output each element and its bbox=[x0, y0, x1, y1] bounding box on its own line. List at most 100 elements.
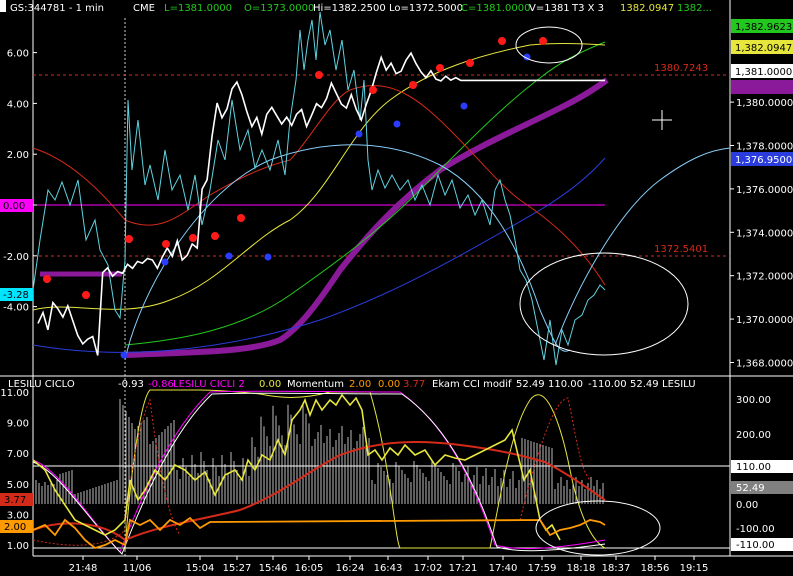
upper-line-label: 1380.7243 bbox=[654, 63, 708, 74]
right-tick-label: 1,376.0000 bbox=[736, 185, 793, 196]
left-tick-label: 6.00 bbox=[7, 49, 29, 60]
time-tick-label: 15:04 bbox=[186, 563, 215, 574]
time-tick-label: 17:21 bbox=[449, 563, 478, 574]
lower-ind-4-v2: 110.00 bbox=[548, 379, 583, 390]
tag-blue: 1,376.9500 bbox=[735, 155, 792, 166]
time-tick-label: 17:59 bbox=[528, 563, 557, 574]
header-exchange: CME bbox=[133, 3, 155, 14]
right-tick-label: 1,368.0000 bbox=[736, 358, 793, 369]
red-swing-dot bbox=[539, 37, 547, 45]
blue-swing-dot bbox=[120, 351, 128, 359]
time-tick-label: 17:02 bbox=[414, 563, 443, 574]
time-tick-label: 15:27 bbox=[223, 563, 252, 574]
red-swing-dot bbox=[498, 37, 506, 45]
header-open: O=1373.0000 bbox=[244, 3, 314, 14]
left-tick-label: 2.00 bbox=[7, 150, 29, 161]
time-tick-label: 16:43 bbox=[374, 563, 403, 574]
time-tick-label: 16:24 bbox=[336, 563, 365, 574]
right-tick-label: 1,374.0000 bbox=[736, 228, 793, 239]
time-tick-label: 18:18 bbox=[567, 563, 596, 574]
left-tick-label: -4.00 bbox=[3, 303, 29, 314]
right-tick-label: 1,370.0000 bbox=[736, 315, 793, 326]
red-swing-dot bbox=[82, 291, 90, 299]
lower-ind-4-v3: -110.00 bbox=[588, 379, 627, 390]
red-swing-dot bbox=[211, 232, 219, 240]
lower-right-tick-label: 200.00 bbox=[736, 430, 771, 441]
red-swing-dot bbox=[369, 86, 377, 94]
lower-ind-2: LESILU CICLI 2 bbox=[173, 379, 245, 390]
lower-left-tick-label: 11.00 bbox=[0, 388, 29, 399]
blue-swing-dot bbox=[393, 120, 401, 128]
blue-swing-dot bbox=[161, 258, 169, 266]
time-tick-label: 21:48 bbox=[69, 563, 98, 574]
time-tick-label: 18:37 bbox=[602, 563, 631, 574]
tag-cyan: -3.28 bbox=[3, 290, 29, 301]
header-high: Hi=1382.2500 bbox=[313, 3, 386, 14]
header-value-2: 1382... bbox=[677, 3, 712, 14]
header-volume: V=1381 bbox=[529, 3, 570, 14]
lower-ind-4-v1: 52.49 bbox=[516, 379, 545, 390]
red-swing-dot bbox=[189, 234, 197, 242]
red-swing-dot bbox=[466, 59, 474, 67]
lower-left-tick-label: 1.00 bbox=[7, 541, 29, 552]
lower-ind-2-value: 0.00 bbox=[259, 379, 281, 390]
tag-white: 1,381.0000 bbox=[735, 67, 792, 78]
left-tick-label: 4.00 bbox=[7, 99, 29, 110]
tag-hidden: 1,380.000 bbox=[735, 83, 786, 94]
right-tick-label: 1,380.0000 bbox=[736, 98, 793, 109]
left-tick-label: -2.00 bbox=[3, 252, 29, 263]
tag-red: 3.77 bbox=[4, 495, 26, 506]
tag-yellow: 1,382.0947 bbox=[735, 43, 792, 54]
time-tick-label: 19:15 bbox=[680, 563, 709, 574]
time-tick-label: 11/06 bbox=[123, 563, 152, 574]
right-tick-label: 1,372.0000 bbox=[736, 272, 793, 283]
tag-green: 1,382.9623 bbox=[735, 22, 792, 33]
header-close: C=1381.0000 bbox=[461, 3, 530, 14]
lower-left-tick-label: 5.00 bbox=[7, 480, 29, 491]
lower-left-tick-label: 7.00 bbox=[7, 449, 29, 460]
lower-ind-4-v4: 52.49 bbox=[630, 379, 659, 390]
tag-52: 52.49 bbox=[736, 483, 765, 494]
red-swing-dot bbox=[43, 275, 51, 283]
blue-swing-dot bbox=[264, 253, 272, 261]
lower-left-tick-label: 9.00 bbox=[7, 419, 29, 430]
tag-magenta: 0.00 bbox=[3, 201, 25, 212]
trading-chart[interactable]: GS:344781 - 1 min CME L=1381.0000 O=1373… bbox=[0, 0, 793, 576]
header-low: Lo=1372.5000 bbox=[389, 3, 463, 14]
lower-ind-2-value-neg: -0.86 bbox=[148, 379, 174, 390]
blue-swing-dot bbox=[355, 130, 363, 138]
lower-right-tick-label: 300.00 bbox=[736, 395, 771, 406]
right-tick-label: 1,378.0000 bbox=[736, 141, 793, 152]
red-swing-dot bbox=[436, 64, 444, 72]
red-swing-dot bbox=[162, 240, 170, 248]
header-last: L=1381.0000 bbox=[164, 3, 232, 14]
tag-neg110: -110.00 bbox=[736, 540, 775, 551]
time-tick-label: 15:46 bbox=[259, 563, 288, 574]
lower-ind-1-value: -0.93 bbox=[118, 379, 144, 390]
tag-neg100: -100.00 bbox=[736, 524, 775, 535]
lower-ind-3-v3: 3.77 bbox=[403, 379, 425, 390]
header-value-1: 1382.0947 bbox=[620, 3, 674, 14]
time-tick-label: 17:40 bbox=[489, 563, 518, 574]
red-swing-dot bbox=[409, 81, 417, 89]
lower-ind-4: Ekam CCI modif bbox=[432, 379, 512, 390]
red-swing-dot bbox=[125, 235, 133, 243]
time-tick-label: 18:56 bbox=[641, 563, 670, 574]
blue-swing-dot bbox=[460, 102, 468, 110]
lower-ind-5: LESILU bbox=[662, 379, 696, 390]
header-ticks: T3 X 3 bbox=[571, 3, 604, 14]
lower-left-tick-label: 3.00 bbox=[7, 510, 29, 521]
lower-ind-3-v2: 0.00 bbox=[378, 379, 400, 390]
lower-ind-3: Momentum bbox=[287, 379, 344, 390]
tag-orange: 2.00 bbox=[4, 522, 26, 533]
lower-right-tick-label: 0.00 bbox=[736, 500, 758, 511]
red-swing-dot bbox=[237, 214, 245, 222]
blue-swing-dot bbox=[225, 252, 233, 260]
lower-line-label: 1372.5401 bbox=[654, 244, 708, 255]
lower-ind-3-v1: 2.00 bbox=[349, 379, 371, 390]
header-marker bbox=[0, 0, 6, 12]
tag-110: 110.00 bbox=[736, 462, 771, 473]
header-symbol: GS:344781 - 1 min bbox=[10, 3, 104, 14]
red-swing-dot bbox=[315, 71, 323, 79]
time-tick-label: 16:05 bbox=[295, 563, 324, 574]
